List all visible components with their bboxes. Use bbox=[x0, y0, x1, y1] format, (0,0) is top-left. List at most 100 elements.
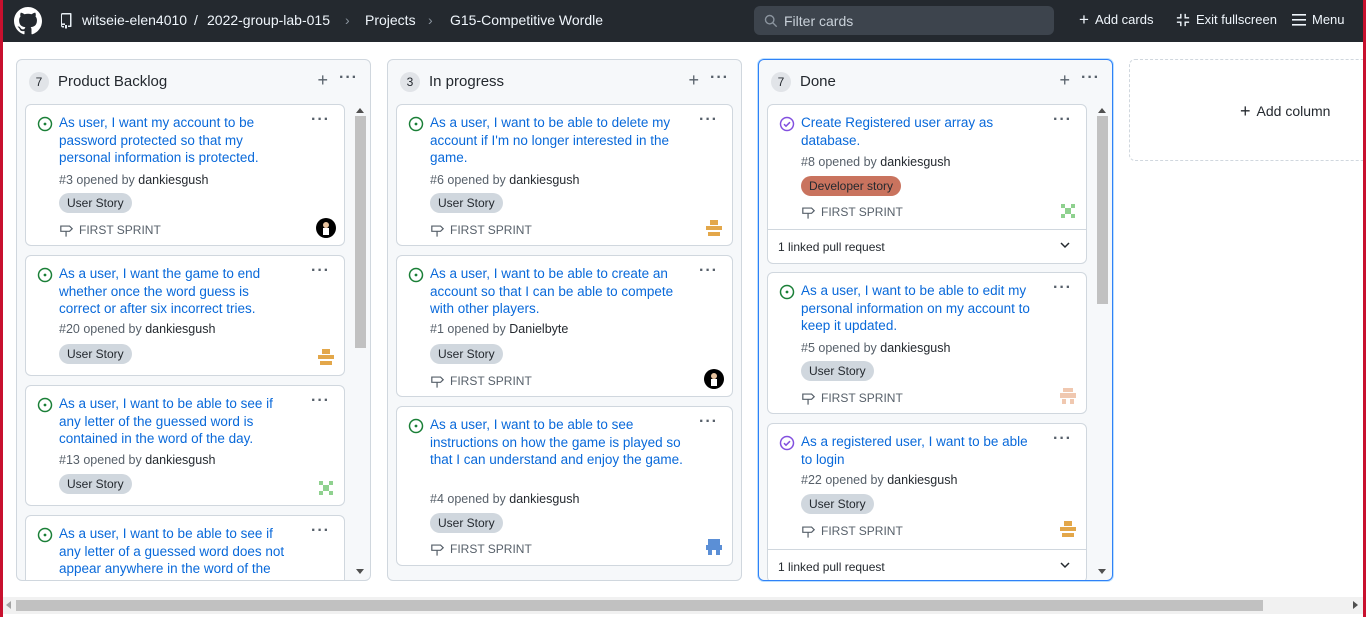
issue-card[interactable]: As a user, I want to be able to create a… bbox=[396, 255, 733, 397]
issue-card[interactable]: As a user, I want to be able to edit my … bbox=[767, 272, 1087, 414]
avatar[interactable] bbox=[316, 218, 336, 238]
author-link[interactable]: dankiesgush bbox=[880, 155, 950, 169]
breadcrumb-owner[interactable]: witseie-elen4010 bbox=[82, 12, 187, 28]
avatar[interactable] bbox=[704, 218, 724, 238]
author-link[interactable]: dankiesgush bbox=[145, 322, 215, 336]
issue-card[interactable]: As a user, I want to be able to delete m… bbox=[396, 104, 733, 246]
card-menu-kebab-icon[interactable]: ··· bbox=[1053, 111, 1072, 129]
card-title-link[interactable]: As a user, I want the game to end whethe… bbox=[59, 265, 289, 318]
card-title-link[interactable]: As a user, I want to be able to delete m… bbox=[430, 114, 700, 167]
chevron-down-icon[interactable] bbox=[1060, 560, 1070, 570]
author-link[interactable]: dankiesgush bbox=[145, 453, 215, 467]
milestone[interactable]: FIRST SPRINT bbox=[430, 542, 532, 556]
scroll-up-arrow-icon[interactable] bbox=[356, 108, 364, 113]
avatar[interactable] bbox=[1058, 386, 1078, 406]
linked-pull-request-row[interactable]: 1 linked pull request bbox=[768, 229, 1086, 263]
card-menu-kebab-icon[interactable]: ··· bbox=[699, 111, 718, 129]
avatar[interactable] bbox=[1058, 519, 1078, 539]
author-link[interactable]: Danielbyte bbox=[509, 322, 568, 336]
scroll-left-arrow-icon[interactable] bbox=[6, 601, 11, 609]
linked-pull-request-row[interactable]: 1 linked pull request bbox=[768, 549, 1086, 580]
column-menu-kebab-icon[interactable]: ··· bbox=[1081, 69, 1100, 87]
breadcrumb-repo[interactable]: 2022-group-lab-015 bbox=[207, 12, 330, 28]
chevron-down-icon[interactable] bbox=[1060, 240, 1070, 250]
label-user-story[interactable]: User Story bbox=[801, 494, 874, 514]
scroll-thumb[interactable] bbox=[1097, 116, 1108, 304]
avatar[interactable] bbox=[704, 369, 724, 389]
label-user-story[interactable]: User Story bbox=[430, 344, 503, 364]
milestone[interactable]: FIRST SPRINT bbox=[801, 205, 903, 219]
card-title-link[interactable]: As a user, I want to be able to see if a… bbox=[59, 525, 289, 580]
scroll-up-arrow-icon[interactable] bbox=[1098, 108, 1106, 113]
card-title-link[interactable]: Create Registered user array as database… bbox=[801, 114, 1031, 149]
card-menu-kebab-icon[interactable]: ··· bbox=[1053, 279, 1072, 297]
horizontal-scrollbar[interactable] bbox=[0, 597, 1366, 614]
label-user-story[interactable]: User Story bbox=[59, 193, 132, 213]
exit-fullscreen-button[interactable]: Exit fullscreen bbox=[1176, 12, 1277, 27]
issue-card[interactable]: As a user, I want to be able to see if a… bbox=[25, 385, 345, 506]
scroll-right-arrow-icon[interactable] bbox=[1353, 601, 1358, 609]
scroll-down-arrow-icon[interactable] bbox=[356, 569, 364, 574]
milestone[interactable]: FIRST SPRINT bbox=[59, 223, 161, 237]
author-link[interactable]: dankiesgush bbox=[509, 173, 579, 187]
menu-button[interactable]: Menu bbox=[1292, 12, 1345, 27]
card-menu-kebab-icon[interactable]: ··· bbox=[311, 262, 330, 280]
scroll-down-arrow-icon[interactable] bbox=[1098, 569, 1106, 574]
filter-cards-search[interactable] bbox=[754, 6, 1054, 35]
milestone[interactable]: FIRST SPRINT bbox=[801, 524, 903, 538]
add-column-button[interactable]: + Add column bbox=[1240, 102, 1330, 120]
issue-card[interactable]: As a user, I want to be able to see inst… bbox=[396, 406, 733, 566]
issue-card[interactable]: Create Registered user array as database… bbox=[767, 104, 1087, 264]
card-menu-kebab-icon[interactable]: ··· bbox=[699, 262, 718, 280]
column-scrollbar[interactable] bbox=[1096, 104, 1108, 576]
card-title-link[interactable]: As a user, I want to be able to see if a… bbox=[59, 395, 289, 448]
add-cards-button[interactable]: + Add cards bbox=[1079, 11, 1153, 28]
card-title-link[interactable]: As a user, I want to be able to see inst… bbox=[430, 416, 700, 469]
label-user-story[interactable]: User Story bbox=[430, 513, 503, 533]
horizontal-scroll-thumb[interactable] bbox=[16, 600, 1263, 611]
column-menu-kebab-icon[interactable]: ··· bbox=[339, 69, 358, 87]
add-card-plus-icon[interactable]: + bbox=[688, 70, 699, 90]
milestone[interactable]: FIRST SPRINT bbox=[430, 223, 532, 237]
issue-card[interactable]: As user, I want my account to be passwor… bbox=[25, 104, 345, 246]
author-link[interactable]: dankiesgush bbox=[880, 341, 950, 355]
issue-card[interactable]: As a user, I want the game to end whethe… bbox=[25, 255, 345, 376]
card-menu-kebab-icon[interactable]: ··· bbox=[311, 392, 330, 410]
filter-cards-input[interactable] bbox=[784, 12, 1044, 29]
avatar[interactable] bbox=[704, 537, 724, 557]
column-menu-kebab-icon[interactable]: ··· bbox=[710, 69, 729, 87]
label-user-story[interactable]: User Story bbox=[59, 474, 132, 494]
card-title-link[interactable]: As a registered user, I want to be able … bbox=[801, 433, 1031, 468]
issue-card[interactable]: As a user, I want to be able to see if a… bbox=[25, 515, 345, 580]
label-developer-story[interactable]: Developer story bbox=[801, 176, 902, 196]
scroll-thumb[interactable] bbox=[355, 116, 366, 348]
github-logo-icon[interactable] bbox=[14, 7, 42, 35]
column-scrollbar[interactable] bbox=[354, 104, 366, 576]
card-title-link[interactable]: As a user, I want to be able to edit my … bbox=[801, 282, 1031, 335]
author-link[interactable]: dankiesgush bbox=[509, 492, 579, 506]
author-link[interactable]: dankiesgush bbox=[887, 473, 957, 487]
milestone-icon bbox=[802, 526, 816, 538]
author-link[interactable]: dankiesgush bbox=[138, 173, 208, 187]
label-user-story[interactable]: User Story bbox=[801, 361, 874, 381]
breadcrumb-projects[interactable]: Projects bbox=[365, 12, 416, 28]
milestone[interactable]: FIRST SPRINT bbox=[430, 374, 532, 388]
card-menu-kebab-icon[interactable]: ··· bbox=[1053, 430, 1072, 448]
card-title-link[interactable]: As user, I want my account to be passwor… bbox=[59, 114, 289, 167]
avatar[interactable] bbox=[1058, 201, 1078, 221]
add-column-area[interactable]: + Add column bbox=[1129, 59, 1366, 161]
add-card-plus-icon[interactable]: + bbox=[317, 70, 328, 90]
card-title-link[interactable]: As a user, I want to be able to create a… bbox=[430, 265, 700, 318]
breadcrumb-project-name[interactable]: G15-Competitive Wordle bbox=[450, 12, 603, 28]
card-menu-kebab-icon[interactable]: ··· bbox=[311, 522, 330, 540]
issue-card[interactable]: As a registered user, I want to be able … bbox=[767, 423, 1087, 580]
card-menu-kebab-icon[interactable]: ··· bbox=[311, 111, 330, 129]
card-meta: #13 opened by dankiesgush bbox=[59, 453, 215, 467]
label-user-story[interactable]: User Story bbox=[59, 344, 132, 364]
avatar[interactable] bbox=[316, 478, 336, 498]
label-user-story[interactable]: User Story bbox=[430, 193, 503, 213]
milestone[interactable]: FIRST SPRINT bbox=[801, 391, 903, 405]
avatar[interactable] bbox=[316, 347, 336, 367]
card-menu-kebab-icon[interactable]: ··· bbox=[699, 413, 718, 431]
add-card-plus-icon[interactable]: + bbox=[1059, 70, 1070, 90]
